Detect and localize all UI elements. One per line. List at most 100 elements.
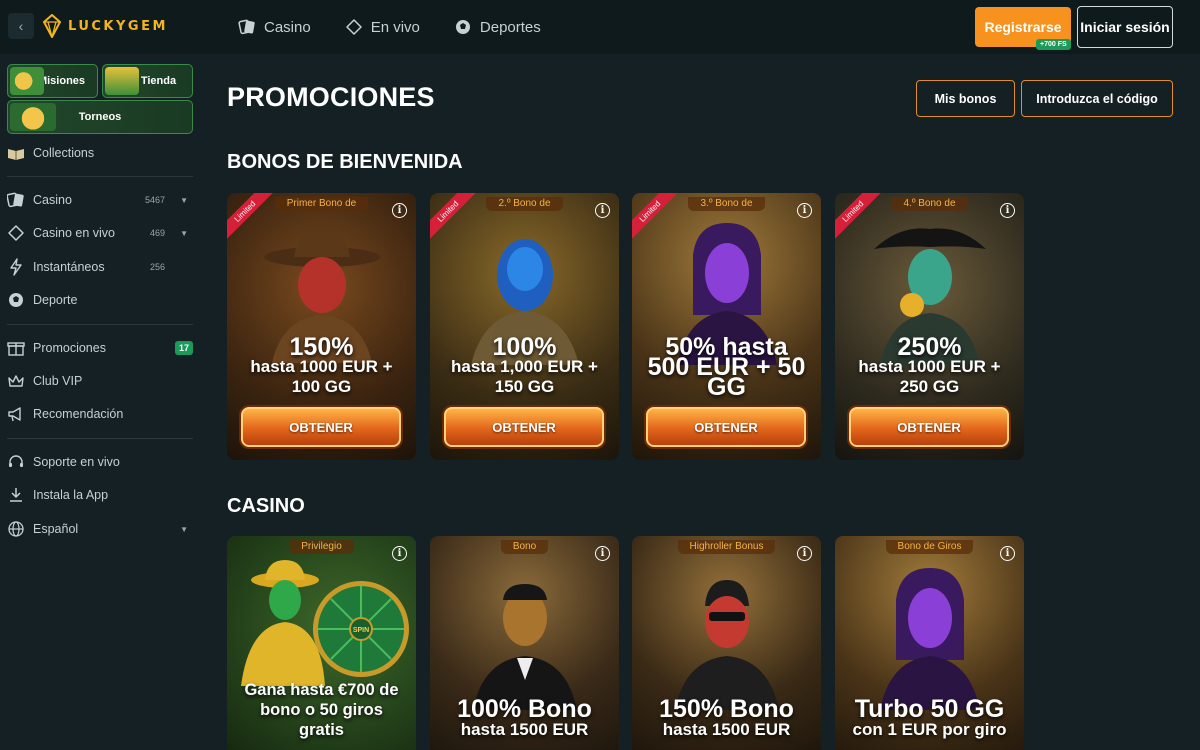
- promo-line-2: con 1 EUR por giro: [852, 720, 1007, 739]
- welcome-bonus-card[interactable]: 2.º Bono de Limited i 100% hasta 1,000 E…: [430, 193, 619, 460]
- sidebar-item-label: Casino en vivo: [33, 226, 115, 240]
- top-nav: Casino En vivo Deportes: [238, 0, 541, 54]
- tournaments-label: Torneos: [78, 111, 122, 123]
- mafia-boss-character-art: [472, 584, 577, 710]
- obtain-button[interactable]: OBTENER: [444, 407, 604, 447]
- enter-code-button[interactable]: Introduzca el código: [1021, 80, 1173, 117]
- obtain-button[interactable]: OBTENER: [849, 407, 1009, 447]
- card-tag: Privilegio: [227, 536, 416, 554]
- sidebar-item-referral[interactable]: Recomendación: [7, 403, 193, 425]
- missions-label: Misiones: [37, 75, 86, 87]
- info-icon[interactable]: i: [595, 203, 610, 218]
- shop-tile[interactable]: Tienda: [102, 64, 193, 98]
- casino-promo-card[interactable]: SPIN Privilegio i Gana hasta €700 de bon…: [227, 536, 416, 750]
- free-spins-badge: +700 FS: [1036, 39, 1071, 50]
- card-tag-text: Privilegio: [289, 540, 354, 554]
- gift-icon: [7, 342, 25, 356]
- cards-icon: [7, 192, 24, 208]
- my-bonuses-button[interactable]: Mis bonos: [916, 80, 1015, 117]
- sidebar-item-sport[interactable]: Deporte: [7, 289, 193, 311]
- sidebar-item-casino[interactable]: Casino 5467 ▼: [7, 189, 193, 211]
- sidebar-item-label: Recomendación: [33, 407, 124, 421]
- sidebar-item-label: Collections: [33, 146, 95, 160]
- welcome-bonus-card[interactable]: 3.º Bono de Limited i 50% hasta 500 EUR …: [632, 193, 821, 460]
- sidebar-item-label: Club VIP: [33, 374, 83, 388]
- info-icon[interactable]: i: [595, 546, 610, 561]
- obtain-button[interactable]: OBTENER: [241, 407, 401, 447]
- casino-promo-card[interactable]: Bono i 100% Bono hasta 1500 EUR: [430, 536, 619, 750]
- info-icon[interactable]: i: [392, 546, 407, 561]
- card-tag-text: Primer Bono de: [274, 197, 369, 211]
- sidebar-item-label: Casino: [33, 193, 72, 207]
- sidebar-item-collections[interactable]: Collections: [7, 142, 193, 164]
- soccer-ball-icon: [455, 20, 470, 34]
- promo-line-1: 150% Bono: [659, 695, 794, 723]
- welcome-bonus-card[interactable]: 4.º Bono de Limited i 250% hasta 1000 EU…: [835, 193, 1024, 460]
- bonus-extra: 250 GG: [899, 377, 960, 396]
- top-header: ‹ LUCKYGEM Casino En vivo Deportes Regis…: [0, 0, 1200, 54]
- divider: [7, 438, 193, 439]
- promo-line-3: gratis: [299, 721, 344, 739]
- chevron-left-icon: ‹: [18, 18, 24, 34]
- logo[interactable]: LUCKYGEM: [42, 14, 168, 38]
- bonus-amount: hasta 1000 EUR +: [858, 357, 1001, 376]
- globe-icon: [8, 521, 24, 537]
- sidebar-item-promotions[interactable]: Promociones 17: [7, 337, 193, 359]
- info-icon[interactable]: i: [392, 203, 407, 218]
- promo-line-2: bono o 50 giros: [260, 701, 383, 719]
- sidebar-item-label: Soporte en vivo: [33, 455, 120, 469]
- info-icon[interactable]: i: [1000, 546, 1015, 561]
- sidebar-item-instant[interactable]: Instantáneos 256: [7, 256, 193, 278]
- download-icon: [10, 488, 22, 502]
- obtain-button[interactable]: OBTENER: [646, 407, 806, 447]
- welcome-section-title: BONOS DE BIENVENIDA: [227, 151, 463, 173]
- promo-line-1: Gana hasta €700 de: [244, 681, 399, 699]
- sidebar-item-language[interactable]: Español ▼: [7, 518, 193, 540]
- book-icon: [8, 149, 24, 160]
- soccer-ball-icon: [9, 293, 23, 307]
- shop-label: Tienda: [140, 75, 177, 87]
- sidebar-item-label: Deporte: [33, 293, 78, 307]
- info-icon[interactable]: i: [797, 546, 812, 561]
- sidebar-item-label: Instantáneos: [33, 260, 105, 274]
- missions-art: [10, 67, 44, 95]
- login-button[interactable]: Iniciar sesión: [1077, 6, 1173, 48]
- game-count: 256: [149, 262, 165, 272]
- card-tag: Bono de Giros: [835, 536, 1024, 554]
- sidebar: Misiones Tienda Torneos Collections Casi…: [0, 54, 200, 750]
- nav-live[interactable]: En vivo: [345, 18, 420, 36]
- gem-logo-icon: [42, 14, 62, 38]
- bonus-amount: hasta 1000 EUR +: [250, 357, 393, 376]
- divider: [7, 176, 193, 177]
- casino-promo-card[interactable]: Bono de Giros i Turbo 50 GG con 1 EUR po…: [835, 536, 1024, 750]
- nav-casino[interactable]: Casino: [238, 18, 311, 36]
- sidebar-item-live-casino[interactable]: Casino en vivo 469 ▼: [7, 222, 193, 244]
- game-count: 469: [149, 228, 165, 238]
- cards-icon: [238, 19, 255, 35]
- sidebar-item-support[interactable]: Soporte en vivo: [7, 451, 193, 473]
- card-tag-text: Bono: [500, 540, 549, 554]
- tournaments-art: [10, 103, 56, 131]
- caret-down-icon[interactable]: ▼: [180, 196, 188, 205]
- bonus-extra: 150 GG: [494, 377, 555, 396]
- casino-promo-card[interactable]: Highroller Bonus i 150% Bono hasta 1500 …: [632, 536, 821, 750]
- collapse-sidebar-button[interactable]: ‹: [8, 13, 34, 39]
- welcome-bonus-card[interactable]: Primer Bono de Limited i 150% hasta 1000…: [227, 193, 416, 460]
- info-icon[interactable]: i: [1000, 203, 1015, 218]
- missions-tile[interactable]: Misiones: [7, 64, 98, 98]
- prize-wheel-art: SPIN: [313, 581, 409, 677]
- nav-sports[interactable]: Deportes: [454, 18, 541, 36]
- caret-down-icon[interactable]: ▼: [180, 229, 188, 238]
- game-count: 5467: [144, 195, 165, 205]
- tournaments-tile[interactable]: Torneos: [7, 100, 193, 134]
- card-tag-text: 4.º Bono de: [891, 197, 968, 211]
- sidebar-item-vip[interactable]: Club VIP: [7, 370, 193, 392]
- nav-casino-label: Casino: [264, 18, 311, 36]
- info-icon[interactable]: i: [797, 203, 812, 218]
- live-diamond-icon: [8, 225, 24, 241]
- card-tag-text: Bono de Giros: [885, 540, 974, 554]
- sidebar-item-install[interactable]: Instala la App: [7, 484, 193, 506]
- nav-sports-label: Deportes: [479, 18, 541, 36]
- sidebar-item-label: Instala la App: [33, 488, 109, 502]
- caret-down-icon[interactable]: ▼: [180, 525, 188, 534]
